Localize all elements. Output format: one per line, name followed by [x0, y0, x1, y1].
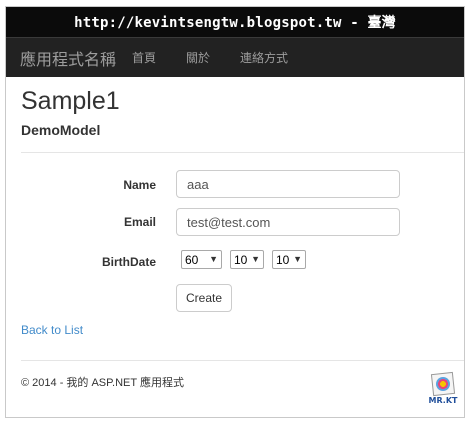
page-subtitle: DemoModel — [21, 122, 101, 138]
chevron-down-icon: ▼ — [209, 254, 218, 264]
nav-link-about[interactable]: 關於 — [186, 49, 210, 66]
navbar-brand[interactable]: 應用程式名稱 — [20, 46, 116, 70]
birth-year-value: 60 — [185, 252, 199, 267]
nav-link-home[interactable]: 首頁 — [132, 49, 156, 66]
email-input[interactable]: test@test.com — [176, 208, 400, 236]
footer-divider — [21, 360, 464, 361]
nav-link-contact[interactable]: 連絡方式 — [240, 49, 288, 66]
back-to-list-link[interactable]: Back to List — [21, 323, 83, 337]
email-input-value: test@test.com — [187, 214, 271, 230]
mrkt-logo-icon: MR.KT — [424, 371, 462, 414]
logo-text: MR.KT — [428, 396, 458, 405]
browser-frame: http://kevintsengtw.blogspot.tw - 臺灣 應用程… — [5, 6, 465, 418]
page-title: Sample1 — [21, 87, 120, 115]
top-navbar: 應用程式名稱 首頁 關於 連絡方式 — [6, 37, 464, 77]
name-label: Name — [123, 178, 156, 192]
birthdate-label: BirthDate — [101, 255, 156, 269]
birth-day-select[interactable]: 10 ▼ — [272, 250, 306, 269]
url-watermark-text: http://kevintsengtw.blogspot.tw - 臺灣 — [74, 15, 396, 31]
logo-flower — [436, 377, 450, 391]
birth-day-value: 10 — [276, 252, 290, 267]
chevron-down-icon: ▼ — [251, 254, 260, 264]
name-input-value: aaa — [187, 176, 209, 192]
birth-year-select[interactable]: 60 ▼ — [181, 250, 222, 269]
birth-month-value: 10 — [234, 252, 248, 267]
create-button[interactable]: Create — [176, 284, 232, 312]
footer-copyright: © 2014 - 我的 ASP.NET 應用程式 — [21, 377, 184, 389]
divider — [21, 152, 464, 153]
chevron-down-icon: ▼ — [293, 254, 302, 264]
birth-month-select[interactable]: 10 ▼ — [230, 250, 264, 269]
email-label: Email — [123, 215, 156, 229]
url-watermark-banner: http://kevintsengtw.blogspot.tw - 臺灣 — [6, 7, 464, 37]
name-input[interactable]: aaa — [176, 170, 400, 198]
